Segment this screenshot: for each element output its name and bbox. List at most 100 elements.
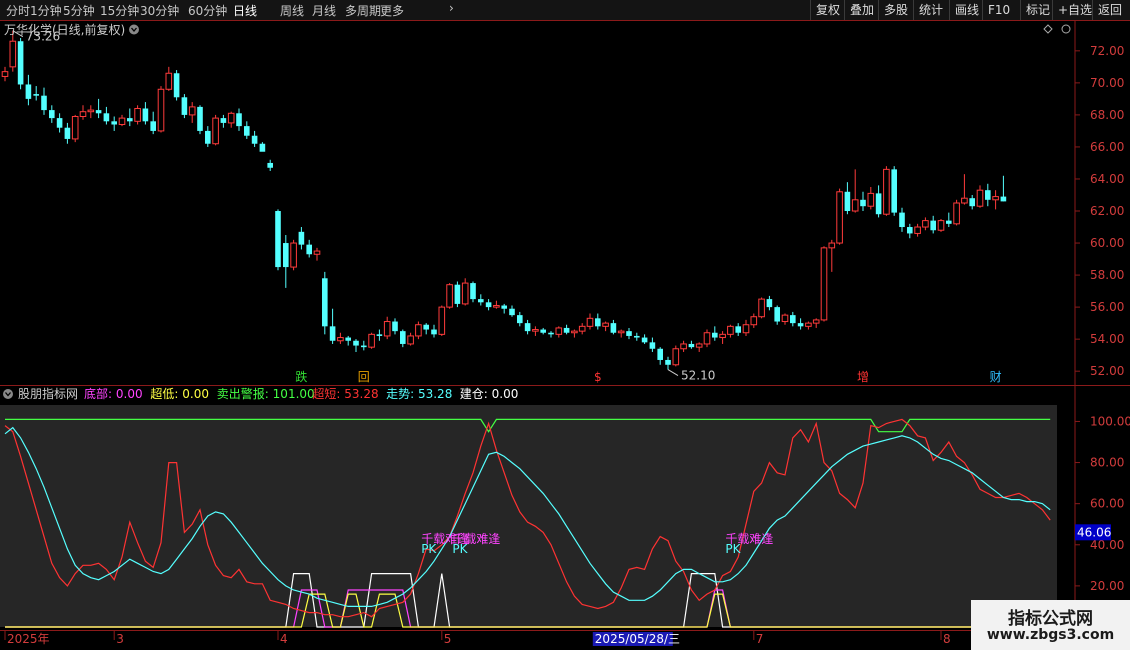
indicator-param-0: 底部: 0.00: [84, 386, 143, 401]
candle-body-down: [244, 126, 250, 136]
indicator-tick-label: 100.00: [1090, 414, 1130, 428]
candle-body-down: [634, 335, 640, 338]
candle-body-down: [485, 302, 492, 308]
candle-body-down: [712, 332, 718, 338]
candle-body-up: [680, 343, 687, 350]
candle-body-up: [555, 327, 563, 335]
candle-body-down: [150, 121, 156, 131]
candle-body-down: [95, 110, 102, 114]
candle-body-up: [415, 324, 422, 337]
candle-body-up: [212, 117, 219, 145]
price-tick-label: 62.00: [1090, 204, 1124, 218]
candle-body-up: [781, 314, 789, 323]
candle-body-up: [578, 325, 586, 332]
candle-body-down: [173, 73, 180, 98]
candle-body-down: [306, 244, 312, 255]
candle-body-up: [812, 319, 820, 324]
candle-body-down: [860, 199, 866, 207]
candle-body-up: [828, 242, 836, 249]
indicator-param-label: 超短:: [312, 386, 340, 401]
indicator-param-label: 建仓:: [460, 387, 488, 401]
candle-body-down: [946, 220, 952, 224]
candle-body-down: [197, 106, 203, 131]
candle-body-down: [766, 299, 773, 308]
candle-body-down: [969, 198, 975, 207]
candle-body-down: [33, 94, 39, 96]
candle-body-up: [188, 106, 196, 116]
indicator-param-4: 走势: 53.28: [386, 387, 452, 401]
candle-body-down: [641, 337, 648, 343]
candle-body-up: [703, 332, 711, 345]
candle-body-up: [867, 192, 875, 207]
main-chart-title: 万华化学(日线,前复权): [4, 22, 125, 37]
candle-body-down: [17, 41, 24, 85]
candle-body-down: [790, 315, 796, 324]
candle-body-down: [353, 340, 359, 346]
candle-body-down: [478, 299, 484, 303]
candle-body-down: [49, 110, 55, 119]
candle-body-down: [563, 327, 570, 333]
candle-body-up: [805, 322, 812, 327]
candle-body-down: [64, 127, 71, 139]
candle-body-down: [930, 220, 936, 231]
candle-body-down: [56, 118, 63, 128]
candle-body-up: [532, 329, 539, 332]
candle-body-up: [71, 116, 79, 140]
candle-body-down: [205, 130, 211, 144]
candle-body-down: [649, 342, 656, 349]
candle-body-down: [595, 318, 601, 327]
annotation-bottom-2: PK: [725, 542, 741, 556]
candle-body-down: [454, 284, 461, 304]
indicator-param-value: 0.00: [492, 387, 519, 401]
price-tick-label: 60.00: [1090, 236, 1124, 250]
candle-body-up: [227, 112, 235, 124]
candle-body-down: [275, 211, 281, 268]
site-watermark: 指标公式网 www.zbgs3.com: [971, 600, 1130, 650]
candle-body-up: [914, 226, 921, 234]
indicator-param-value: 0.00: [116, 387, 143, 401]
indicator-dropdown-icon[interactable]: [3, 389, 13, 399]
candle-body-down: [907, 227, 913, 234]
price-tick-label: 58.00: [1090, 268, 1124, 282]
candle-body-down: [626, 331, 632, 336]
candle-body-down: [797, 323, 804, 327]
indicator-tick-label: 60.00: [1090, 497, 1124, 511]
candle-body-down: [267, 162, 273, 168]
price-tick-label: 56.00: [1090, 300, 1124, 314]
watermark-url: www.zbgs3.com: [986, 627, 1115, 643]
candle-body-up: [820, 247, 828, 321]
candle-body-up: [87, 109, 95, 113]
stock-chart: 52.00 54.00 56.00 58.00 60.00 62.00 64.00 66.00…: [0, 21, 1130, 646]
date-tick-label: 3: [116, 632, 124, 646]
date-tick-label: 2025年: [7, 632, 50, 646]
candle-body-up: [383, 321, 391, 337]
date-tick-label: 4: [280, 632, 288, 646]
indicator-param-value: 0.00: [182, 387, 209, 401]
signal-marker-2: $: [594, 370, 602, 384]
indicator-param-label: 卖出警报:: [217, 386, 269, 401]
signal-marker-3: 增: [857, 370, 869, 384]
candle-body-down: [41, 95, 47, 111]
candle-body-up: [727, 325, 734, 335]
candle-body-up: [134, 107, 141, 122]
candle-body-up: [438, 306, 446, 335]
indicator-tick-label: 20.00: [1090, 579, 1124, 593]
candle-body-up: [937, 220, 945, 231]
indicator-param-5: 建仓: 0.00: [460, 387, 519, 401]
signal-marker-4: 财: [990, 370, 1002, 384]
candle-body-up: [961, 197, 968, 204]
candle-body-up: [290, 242, 297, 268]
price-tick-label: 66.00: [1090, 140, 1124, 154]
title-dropdown-icon[interactable]: [129, 24, 139, 35]
candle-body-up: [836, 191, 843, 244]
candle-body-down: [610, 323, 617, 333]
indicator-param-label: 走势:: [386, 387, 414, 401]
candle-body-down: [1000, 196, 1007, 202]
candle-body-up: [157, 88, 165, 132]
candle-body-down: [322, 278, 328, 327]
candle-body-up: [742, 324, 750, 334]
candle-body-up: [446, 284, 453, 308]
candle-body-down: [181, 97, 188, 115]
signal-marker-0: 跌: [295, 369, 307, 384]
candle-body-up: [617, 330, 625, 334]
